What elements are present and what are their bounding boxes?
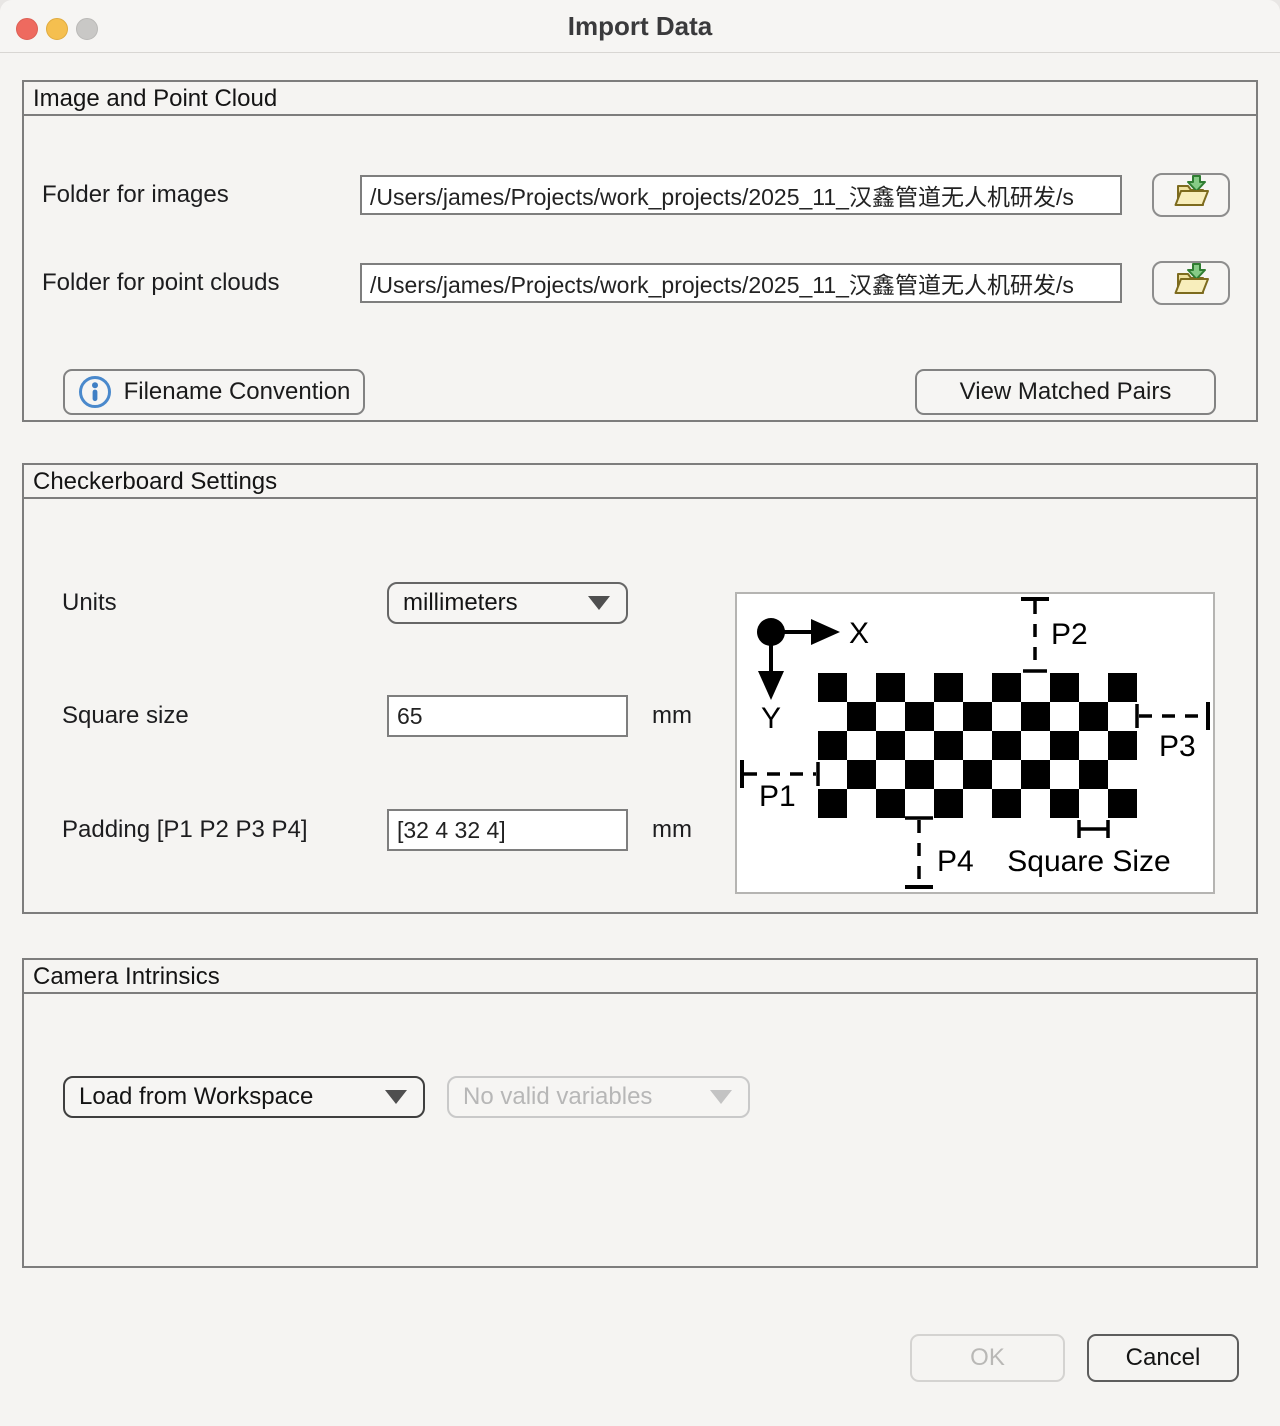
browse-point-clouds-button[interactable]	[1152, 261, 1230, 305]
section-title: Image and Point Cloud	[24, 82, 1256, 116]
intrinsics-source-value: Load from Workspace	[79, 1083, 313, 1111]
folder-images-input[interactable]	[360, 175, 1122, 215]
import-data-dialog: Import Data Image and Point Cloud Folder…	[0, 0, 1280, 1426]
view-matched-pairs-label: View Matched Pairs	[960, 378, 1172, 406]
folder-point-clouds-label: Folder for point clouds	[42, 266, 279, 300]
p2-label: P2	[1051, 618, 1088, 651]
checkerboard-diagram: X Y P2 P3	[735, 592, 1215, 894]
open-folder-icon	[1169, 261, 1213, 306]
intrinsics-variable-dropdown: No valid variables	[447, 1076, 750, 1118]
padding-unit-label: mm	[652, 809, 692, 851]
padding-input[interactable]	[387, 809, 628, 851]
square-size-unit-label: mm	[652, 695, 692, 737]
cancel-button[interactable]: Cancel	[1087, 1334, 1239, 1382]
browse-images-button[interactable]	[1152, 173, 1230, 217]
units-dropdown-value: millimeters	[403, 589, 518, 617]
y-axis-label: Y	[761, 702, 781, 735]
units-label: Units	[62, 586, 117, 620]
x-axis-label: X	[849, 617, 869, 650]
p1-label: P1	[759, 780, 796, 813]
titlebar: Import Data	[0, 0, 1280, 53]
info-icon	[78, 375, 112, 409]
window-title: Import Data	[0, 0, 1280, 53]
ok-button-label: OK	[970, 1344, 1005, 1372]
chevron-down-icon	[710, 1090, 732, 1104]
ok-button: OK	[910, 1334, 1065, 1382]
view-matched-pairs-button[interactable]: View Matched Pairs	[915, 369, 1216, 415]
padding-label: Padding [P1 P2 P3 P4]	[62, 813, 308, 847]
square-size-input[interactable]	[387, 695, 628, 737]
section-checkerboard-settings: Checkerboard Settings Units millimeters …	[22, 463, 1258, 914]
section-title: Camera Intrinsics	[24, 960, 1256, 994]
section-camera-intrinsics: Camera Intrinsics Load from Workspace No…	[22, 958, 1258, 1268]
filename-convention-button[interactable]: Filename Convention	[63, 369, 365, 415]
square-size-label: Square size	[62, 699, 189, 733]
section-title: Checkerboard Settings	[24, 465, 1256, 499]
x-axis-arrow	[811, 619, 840, 645]
open-folder-icon	[1169, 173, 1213, 218]
cancel-button-label: Cancel	[1126, 1344, 1201, 1372]
chevron-down-icon	[588, 596, 610, 610]
chevron-down-icon	[385, 1090, 407, 1104]
checkerboard-diagram-svg: X Y P2 P3	[737, 594, 1213, 892]
square-size-diagram-label: Square Size	[1007, 845, 1170, 878]
folder-images-label: Folder for images	[42, 178, 229, 212]
y-axis-arrow	[758, 671, 784, 700]
intrinsics-variable-value: No valid variables	[463, 1083, 652, 1111]
intrinsics-source-dropdown[interactable]: Load from Workspace	[63, 1076, 425, 1118]
folder-point-clouds-input[interactable]	[360, 263, 1122, 303]
section-image-and-point-cloud: Image and Point Cloud Folder for images …	[22, 80, 1258, 422]
p4-label: P4	[937, 845, 974, 878]
p3-label: P3	[1159, 730, 1196, 763]
units-dropdown[interactable]: millimeters	[387, 582, 628, 624]
filename-convention-label: Filename Convention	[124, 378, 351, 406]
